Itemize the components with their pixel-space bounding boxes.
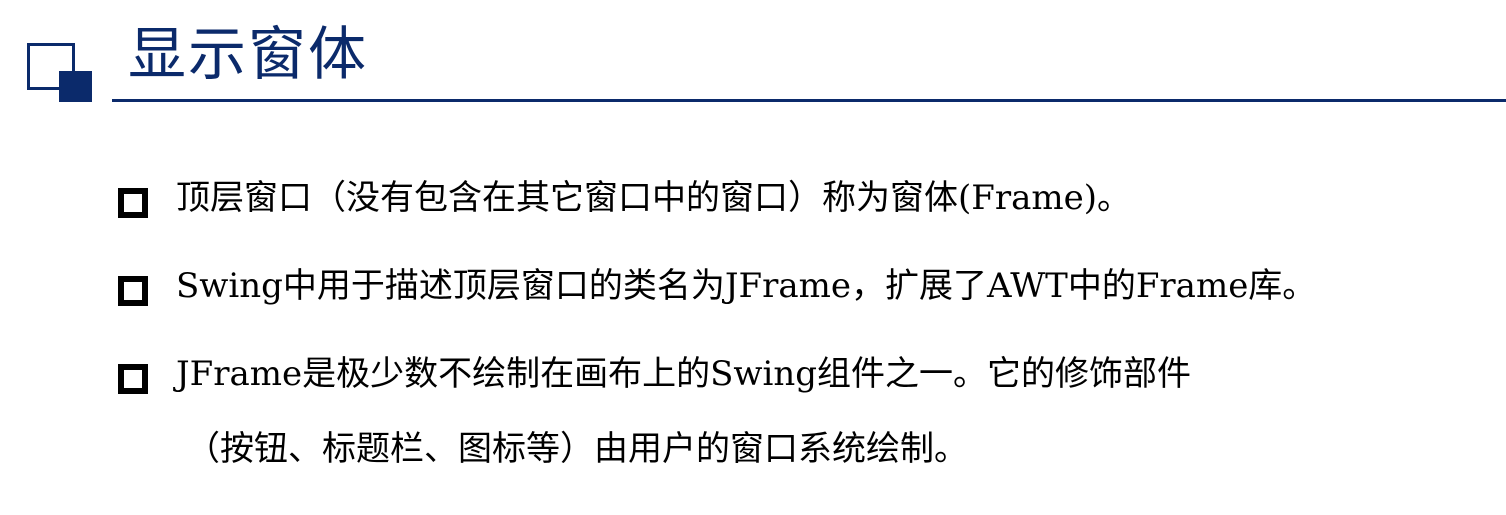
page-title: 显示窗体 [128, 20, 369, 88]
bullet-list: 顶层窗口（没有包含在其它窗口中的窗口）称为窗体(Frame)。 Swing中用于… [118, 176, 1498, 515]
list-item: Swing中用于描述顶层窗口的类名为JFrame，扩展了AWT中的Frame库。 [118, 264, 1498, 309]
bullet-text-line-2: （按钮、标题栏、图标等）由用户的窗口系统绘制。 [186, 429, 968, 469]
bullet-square-icon [118, 276, 148, 306]
bullet-square-icon [118, 188, 148, 218]
bullet-text: Swing中用于描述顶层窗口的类名为JFrame，扩展了AWT中的Frame库。 [176, 266, 1317, 306]
bullet-square-icon [118, 364, 148, 394]
list-item: 顶层窗口（没有包含在其它窗口中的窗口）称为窗体(Frame)。 [118, 176, 1498, 221]
section-logo-fill [59, 71, 92, 102]
bullet-text: JFrame是极少数不绘制在画布上的Swing组件之一。它的修饰部件 （按钮、标… [176, 352, 1498, 472]
list-item: JFrame是极少数不绘制在画布上的Swing组件之一。它的修饰部件 （按钮、标… [118, 352, 1498, 472]
title-underline [112, 99, 1506, 102]
bullet-text: 顶层窗口（没有包含在其它窗口中的窗口）称为窗体(Frame)。 [176, 178, 1132, 218]
bullet-text-line-1: JFrame是极少数不绘制在画布上的Swing组件之一。它的修饰部件 [176, 354, 1192, 394]
